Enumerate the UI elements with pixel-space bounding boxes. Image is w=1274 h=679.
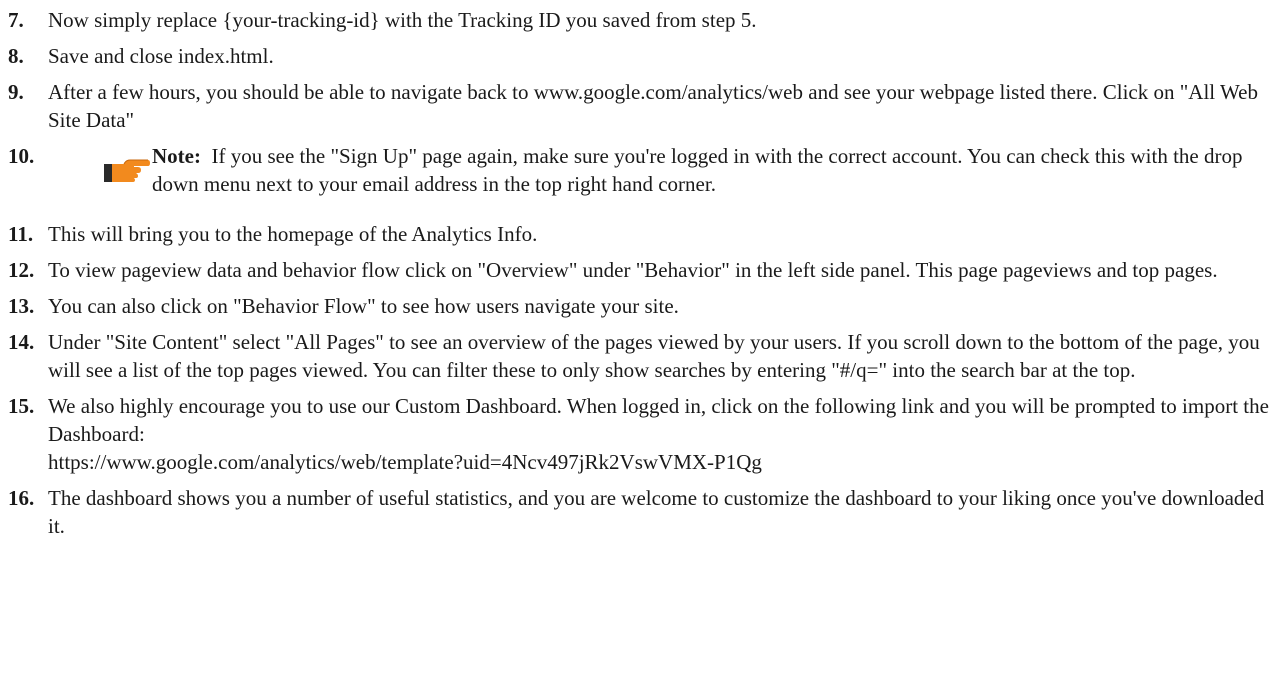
step-text: You can also click on "Behavior Flow" to… (48, 294, 679, 318)
step-10-note: 10. Note: If you see the "Sign Up" page … (0, 142, 1274, 198)
pointing-hand-icon (104, 159, 150, 182)
step-number: 7. (8, 8, 24, 32)
note-body: If you see the "Sign Up" page again, mak… (152, 144, 1243, 196)
dashboard-template-link[interactable]: https://www.google.com/analytics/web/tem… (48, 448, 1274, 476)
step-text: After a few hours, you should be able to… (48, 80, 1258, 132)
step-7: 7. Now simply replace {your-tracking-id}… (0, 6, 1274, 34)
step-number: 9. (8, 80, 24, 104)
note-label: Note: (152, 144, 201, 168)
step-number: 8. (8, 44, 24, 68)
step-number: 16. (8, 486, 35, 510)
step-11: 11. This will bring you to the homepage … (0, 220, 1274, 248)
step-number: 10. (8, 144, 35, 168)
instruction-list: 7. Now simply replace {your-tracking-id}… (0, 0, 1274, 540)
step-number: 13. (8, 294, 35, 318)
step-text: Save and close index.html. (48, 44, 274, 68)
step-number: 11. (8, 222, 34, 246)
step-number: 14. (8, 330, 35, 354)
step-14: 14. Under "Site Content" select "All Pag… (0, 328, 1274, 384)
step-8: 8. Save and close index.html. (0, 42, 1274, 70)
step-12: 12. To view pageview data and behavior f… (0, 256, 1274, 284)
step-text: We also highly encourage you to use our … (48, 394, 1269, 446)
step-15: 15. We also highly encourage you to use … (0, 392, 1274, 476)
step-text: The dashboard shows you a number of usef… (48, 486, 1265, 538)
step-text: This will bring you to the homepage of t… (48, 222, 538, 246)
step-text: Under "Site Content" select "All Pages" … (48, 330, 1260, 382)
step-16: 16. The dashboard shows you a number of … (0, 484, 1274, 540)
note-text: Note: If you see the "Sign Up" page agai… (152, 142, 1274, 198)
step-13: 13. You can also click on "Behavior Flow… (0, 292, 1274, 320)
step-text: Now simply replace {your-tracking-id} wi… (48, 8, 757, 32)
step-number: 15. (8, 394, 35, 418)
step-number: 12. (8, 258, 35, 282)
step-9: 9. After a few hours, you should be able… (0, 78, 1274, 134)
step-text: To view pageview data and behavior flow … (48, 258, 1218, 282)
